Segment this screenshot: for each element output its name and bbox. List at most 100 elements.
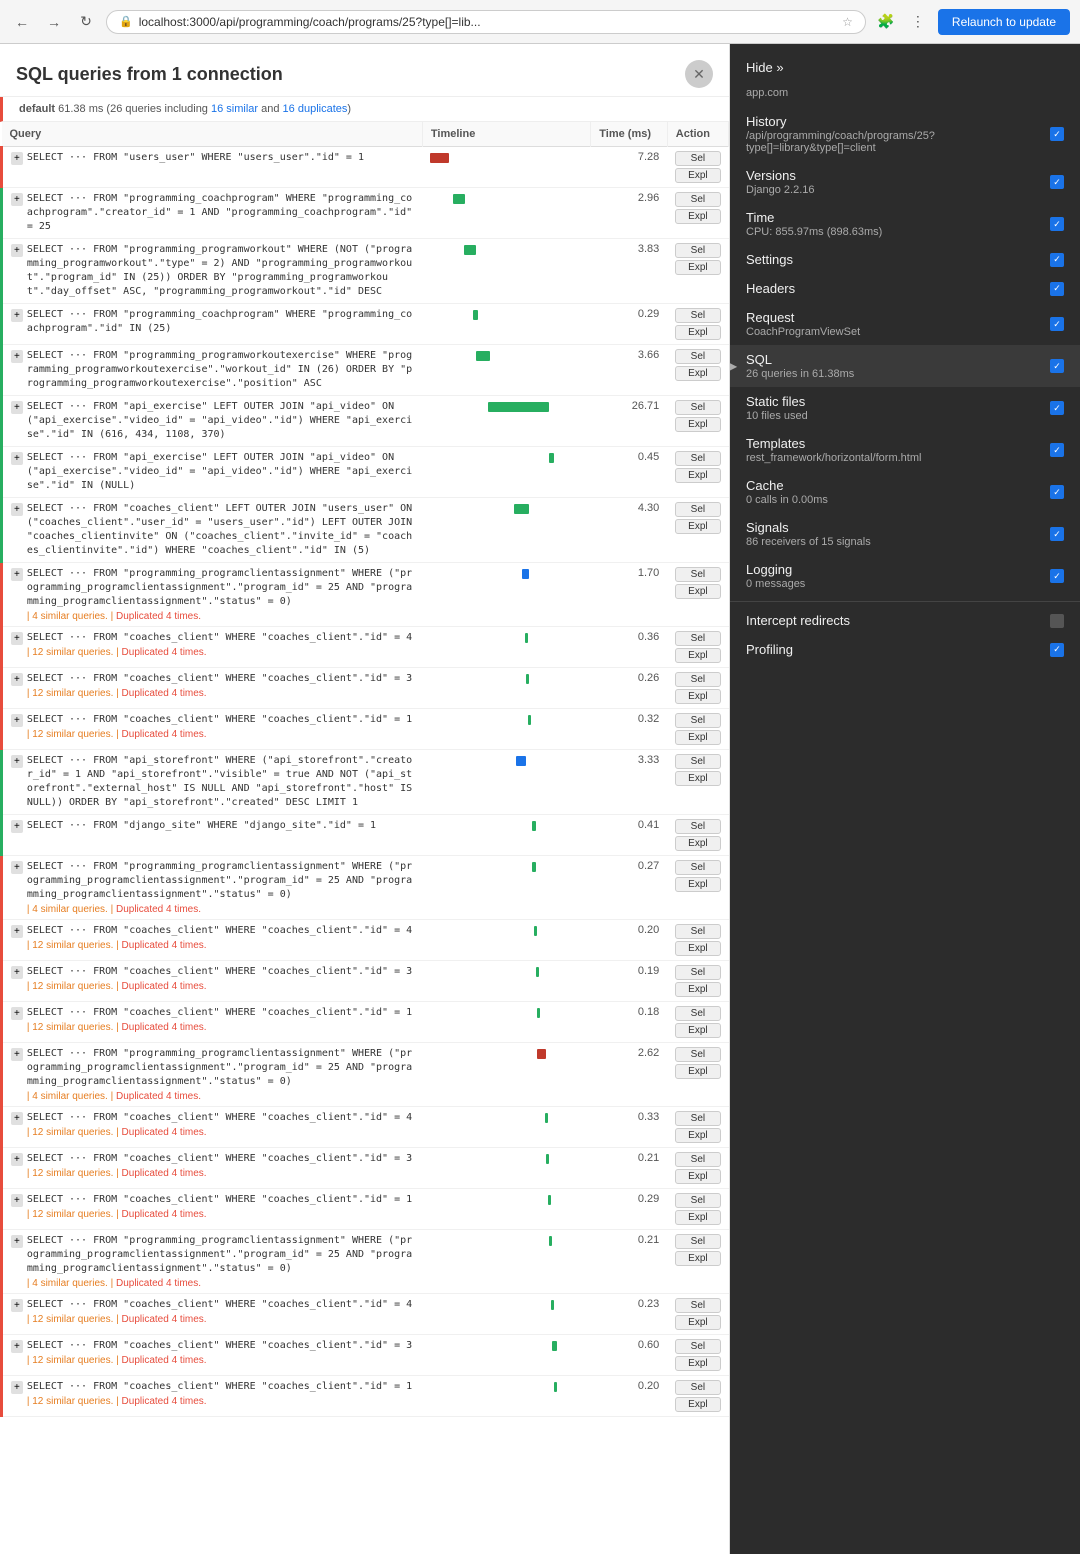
expand-button[interactable]: + [11,1235,23,1248]
sidebar-item-headers[interactable]: Headers [730,274,1080,303]
expand-button[interactable]: + [11,152,23,165]
expl-action-button[interactable]: Expl [675,260,720,275]
sidebar-item-checkbox[interactable] [1050,253,1064,267]
expl-action-button[interactable]: Expl [675,836,720,851]
sel-action-button[interactable]: Sel [675,965,720,980]
expand-button[interactable]: + [11,350,23,363]
expand-button[interactable]: + [11,452,23,465]
sidebar-item-checkbox[interactable] [1050,614,1064,628]
sidebar-item-checkbox[interactable] [1050,401,1064,415]
sidebar-item-checkbox[interactable] [1050,359,1064,373]
sidebar-item-checkbox[interactable] [1050,569,1064,583]
sidebar-item-settings[interactable]: Settings [730,245,1080,274]
expand-button[interactable]: + [11,1048,23,1061]
expand-button[interactable]: + [11,632,23,645]
extensions-button[interactable]: 🧩 [874,10,898,34]
expand-button[interactable]: + [11,673,23,686]
sel-action-button[interactable]: Sel [675,1298,720,1313]
sidebar-item-cache[interactable]: Cache0 calls in 0.00ms [730,471,1080,513]
expand-button[interactable]: + [11,503,23,516]
expl-action-button[interactable]: Expl [675,1128,720,1143]
expl-action-button[interactable]: Expl [675,648,720,663]
hide-button[interactable]: Hide » [730,52,1080,83]
expl-action-button[interactable]: Expl [675,1064,720,1079]
sel-action-button[interactable]: Sel [675,1152,720,1167]
expand-button[interactable]: + [11,401,23,414]
expl-action-button[interactable]: Expl [675,771,720,786]
expl-action-button[interactable]: Expl [675,1210,720,1225]
expand-button[interactable]: + [11,820,23,833]
back-button[interactable]: ← [10,10,34,34]
sel-action-button[interactable]: Sel [675,713,720,728]
expand-button[interactable]: + [11,244,23,257]
expl-action-button[interactable]: Expl [675,468,720,483]
expand-button[interactable]: + [11,568,23,581]
sel-action-button[interactable]: Sel [675,451,720,466]
expl-action-button[interactable]: Expl [675,366,720,381]
sidebar-item-checkbox[interactable] [1050,175,1064,189]
expand-button[interactable]: + [11,1112,23,1125]
sidebar-item-request[interactable]: RequestCoachProgramViewSet [730,303,1080,345]
sel-action-button[interactable]: Sel [675,1111,720,1126]
sidebar-item-history[interactable]: History/api/programming/coach/programs/2… [730,107,1080,161]
expl-action-button[interactable]: Expl [675,584,720,599]
sidebar-item-logging[interactable]: Logging0 messages [730,555,1080,597]
expl-action-button[interactable]: Expl [675,1169,720,1184]
sidebar-item-time[interactable]: TimeCPU: 855.97ms (898.63ms) [730,203,1080,245]
expl-action-button[interactable]: Expl [675,325,720,340]
relaunch-button[interactable]: Relaunch to update [938,9,1070,35]
expand-button[interactable]: + [11,1007,23,1020]
expand-button[interactable]: + [11,193,23,206]
address-bar[interactable]: 🔒 localhost:3000/api/programming/coach/p… [106,10,866,34]
expand-button[interactable]: + [11,309,23,322]
sidebar-item-profiling[interactable]: Profiling [730,635,1080,664]
sidebar-item-checkbox[interactable] [1050,443,1064,457]
expl-action-button[interactable]: Expl [675,1251,720,1266]
similar-link[interactable]: 16 similar [211,103,258,115]
sidebar-item-checkbox[interactable] [1050,317,1064,331]
expand-button[interactable]: + [11,714,23,727]
sel-action-button[interactable]: Sel [675,754,720,769]
sidebar-item-checkbox[interactable] [1050,643,1064,657]
expand-button[interactable]: + [11,925,23,938]
sel-action-button[interactable]: Sel [675,151,720,166]
sidebar-item-versions[interactable]: VersionsDjango 2.2.16 [730,161,1080,203]
expl-action-button[interactable]: Expl [675,1356,720,1371]
duplicates-link[interactable]: 16 duplicates [283,103,348,115]
sel-action-button[interactable]: Sel [675,1234,720,1249]
expl-action-button[interactable]: Expl [675,417,720,432]
sel-action-button[interactable]: Sel [675,1380,720,1395]
sel-action-button[interactable]: Sel [675,860,720,875]
sel-action-button[interactable]: Sel [675,349,720,364]
expl-action-button[interactable]: Expl [675,877,720,892]
expl-action-button[interactable]: Expl [675,168,720,183]
expl-action-button[interactable]: Expl [675,689,720,704]
expand-button[interactable]: + [11,966,23,979]
sel-action-button[interactable]: Sel [675,924,720,939]
sidebar-item-checkbox[interactable] [1050,527,1064,541]
expl-action-button[interactable]: Expl [675,209,720,224]
sel-action-button[interactable]: Sel [675,1193,720,1208]
sel-action-button[interactable]: Sel [675,567,720,582]
sidebar-item-checkbox[interactable] [1050,127,1064,141]
expl-action-button[interactable]: Expl [675,519,720,534]
sidebar-item-sql[interactable]: ▶SQL26 queries in 61.38ms [730,345,1080,387]
expl-action-button[interactable]: Expl [675,941,720,956]
sel-action-button[interactable]: Sel [675,631,720,646]
sidebar-item-templates[interactable]: Templatesrest_framework/horizontal/form.… [730,429,1080,471]
expand-button[interactable]: + [11,1194,23,1207]
forward-button[interactable]: → [42,10,66,34]
expand-button[interactable]: + [11,1381,23,1394]
sel-action-button[interactable]: Sel [675,308,720,323]
sel-action-button[interactable]: Sel [675,243,720,258]
menu-button[interactable]: ⋮ [906,10,930,34]
sidebar-item-signals[interactable]: Signals86 receivers of 15 signals [730,513,1080,555]
expand-button[interactable]: + [11,755,23,768]
sel-action-button[interactable]: Sel [675,1339,720,1354]
expand-button[interactable]: + [11,1340,23,1353]
sidebar-item-intercept[interactable]: Intercept redirects [730,606,1080,635]
expl-action-button[interactable]: Expl [675,730,720,745]
expand-button[interactable]: + [11,861,23,874]
expand-button[interactable]: + [11,1299,23,1312]
expl-action-button[interactable]: Expl [675,1023,720,1038]
